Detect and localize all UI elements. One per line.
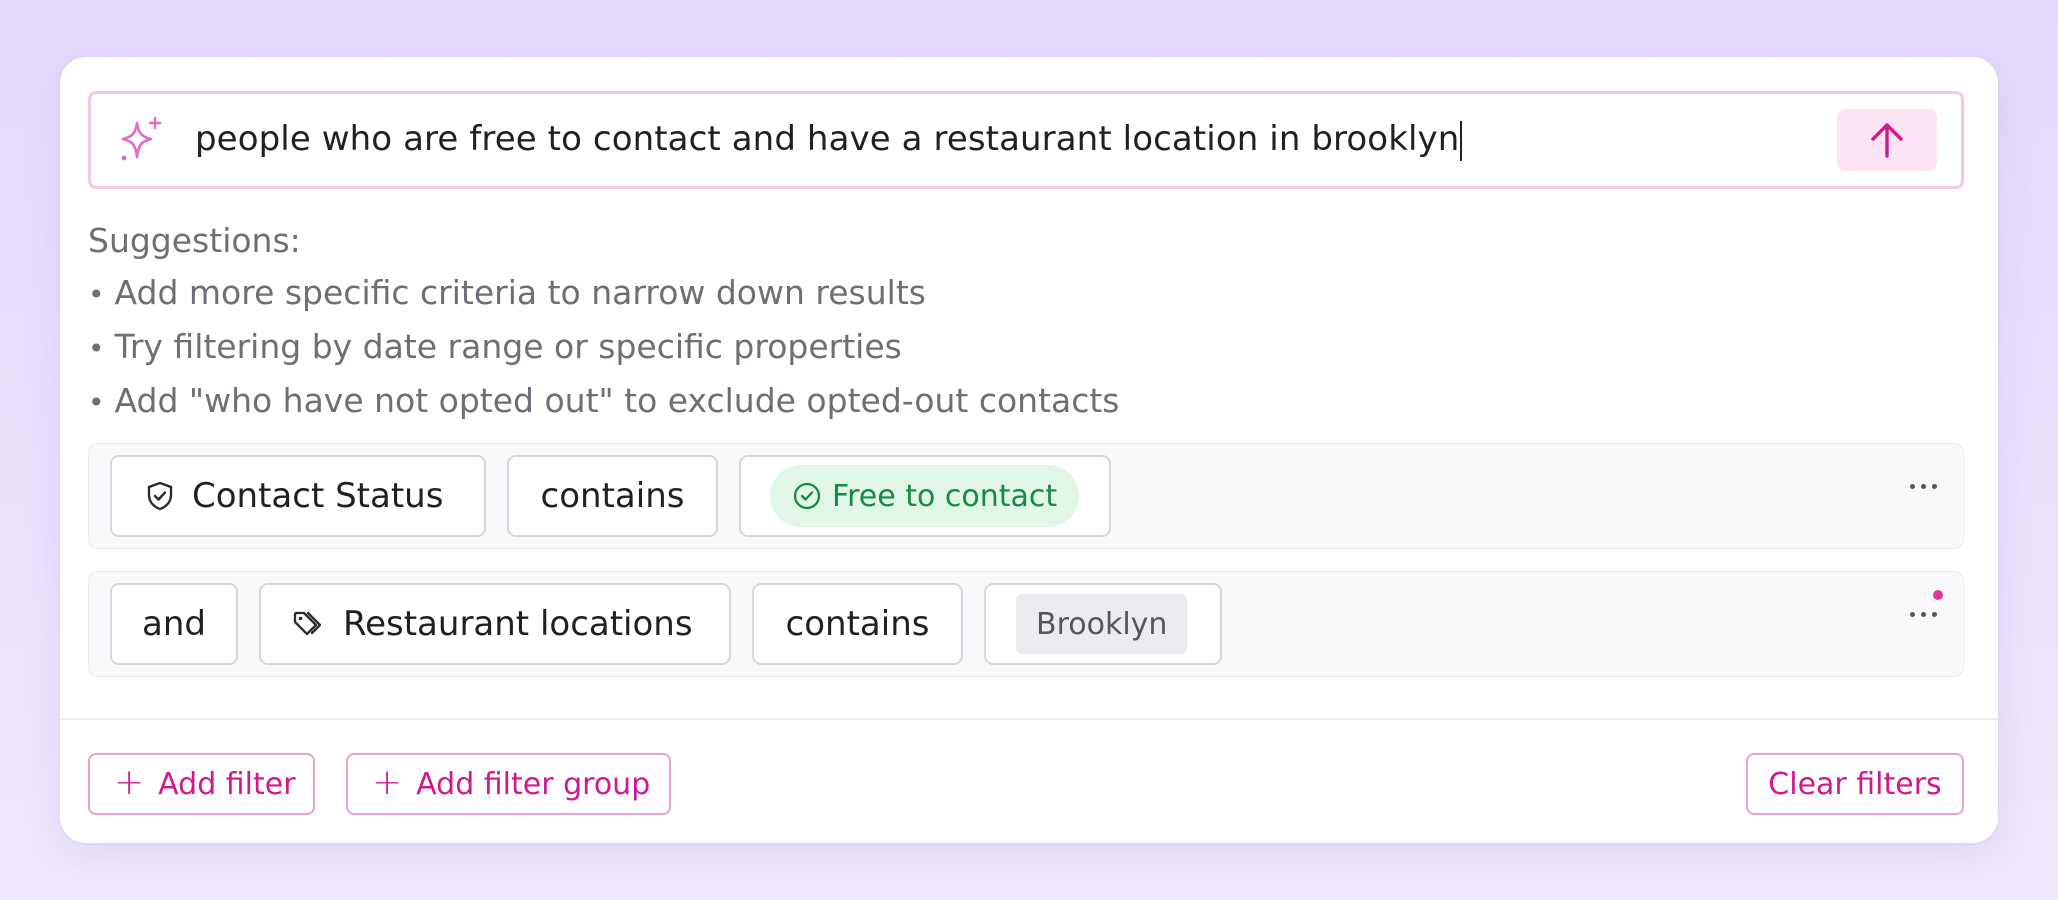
divider <box>60 718 1998 720</box>
add-filter-group-label: Add filter group <box>416 766 651 802</box>
filter-connector-select[interactable]: and <box>110 583 238 665</box>
filter-row: Contact Status contains Free to contact <box>88 443 1964 549</box>
filter-more-menu-icon[interactable] <box>1910 484 1937 489</box>
suggestions-title: Suggestions: <box>88 221 301 260</box>
status-badge: Free to contact <box>770 465 1080 527</box>
filter-value-select[interactable]: Free to contact <box>739 455 1111 537</box>
shield-check-icon <box>144 480 176 512</box>
filter-value-label: Brooklyn <box>1036 606 1168 642</box>
filter-field-label: Restaurant locations <box>343 604 693 644</box>
add-filter-button[interactable]: + Add filter <box>88 753 315 815</box>
plus-icon: + <box>372 761 403 803</box>
submit-query-button[interactable] <box>1837 109 1937 171</box>
filter-operator-select[interactable]: contains <box>752 583 963 665</box>
filter-connector-label: and <box>142 604 206 644</box>
filter-value-select[interactable]: Brooklyn <box>984 583 1222 665</box>
suggestion-item: Add "who have not opted out" to exclude … <box>88 375 1120 429</box>
query-text[interactable]: people who are free to contact and have … <box>195 119 1463 161</box>
value-tag: Brooklyn <box>1016 594 1188 654</box>
check-circle-icon <box>792 481 822 511</box>
clear-filters-button[interactable]: Clear filters <box>1746 753 1964 815</box>
ai-query-input[interactable]: people who are free to contact and have … <box>88 91 1964 189</box>
filter-operator-label: contains <box>540 476 685 516</box>
filter-row: and Restaurant locations contains Brookl… <box>88 571 1964 677</box>
plus-icon: + <box>114 761 145 803</box>
filter-builder-card: people who are free to contact and have … <box>60 57 1998 843</box>
arrow-up-icon <box>1871 123 1903 158</box>
suggestion-item: Try filtering by date range or specific … <box>88 321 1120 375</box>
filter-more-menu-icon[interactable] <box>1910 612 1937 617</box>
suggestion-item: Add more specific criteria to narrow dow… <box>88 267 1120 321</box>
sparkle-icon <box>115 113 169 167</box>
filter-operator-select[interactable]: contains <box>507 455 718 537</box>
add-filter-group-button[interactable]: + Add filter group <box>346 753 671 815</box>
tag-icon <box>291 608 327 640</box>
suggestions-panel: Suggestions: Add more specific criteria … <box>88 215 1120 429</box>
filter-field-select[interactable]: Contact Status <box>110 455 486 537</box>
unsaved-indicator-dot <box>1933 590 1943 600</box>
text-caret <box>1460 120 1463 161</box>
filter-field-select[interactable]: Restaurant locations <box>259 583 731 665</box>
filter-operator-label: contains <box>785 604 930 644</box>
filter-value-label: Free to contact <box>832 478 1058 514</box>
filter-field-label: Contact Status <box>192 476 444 516</box>
clear-filters-label: Clear filters <box>1768 766 1942 802</box>
add-filter-label: Add filter <box>158 766 296 802</box>
